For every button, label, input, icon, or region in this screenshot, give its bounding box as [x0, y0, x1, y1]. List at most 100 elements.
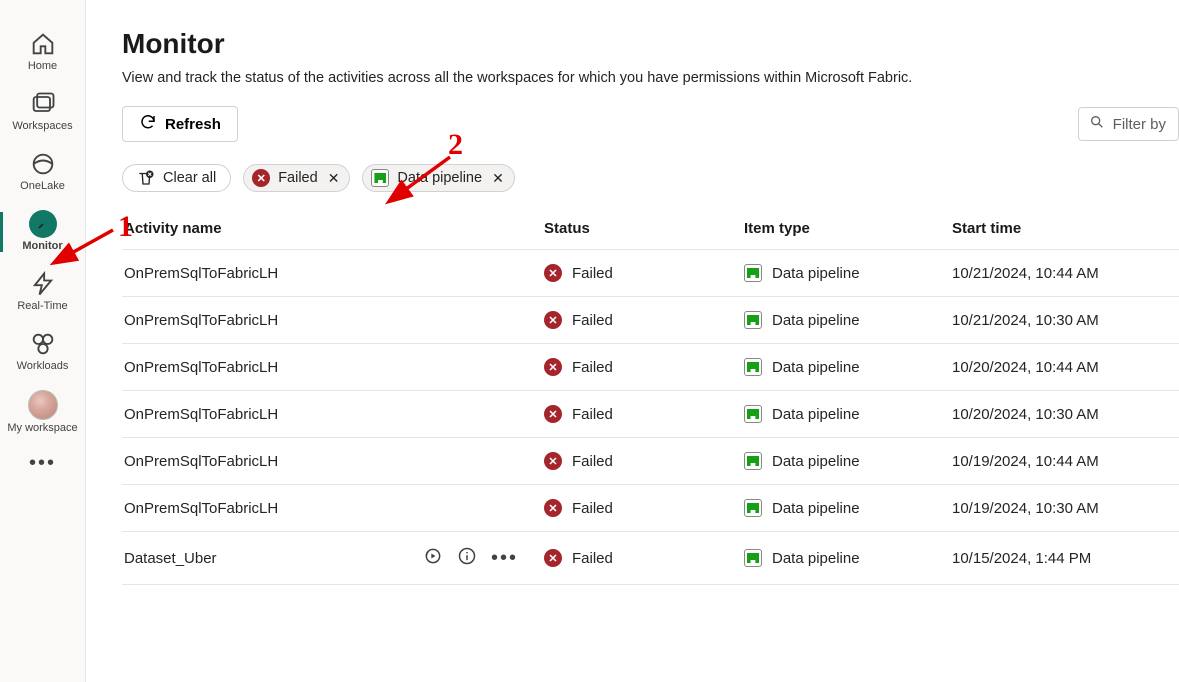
item-type-text: Data pipeline: [772, 312, 860, 329]
filter-chip-failed[interactable]: ✕ Failed ✕: [243, 164, 350, 192]
cell-status: ✕ Failed: [544, 499, 744, 517]
nav-onelake[interactable]: OneLake: [0, 144, 85, 200]
search-input[interactable]: Filter by: [1078, 107, 1179, 141]
nav-label: My workspace: [7, 422, 77, 434]
remove-chip-icon[interactable]: ✕: [492, 170, 504, 187]
pipeline-icon: [744, 311, 762, 329]
cell-status: ✕ Failed: [544, 452, 744, 470]
refresh-button[interactable]: Refresh: [122, 106, 238, 142]
table-row[interactable]: OnPremSqlToFabricLH ✕ Failed Data pipeline 1…: [122, 485, 1179, 532]
activity-name[interactable]: Dataset_Uber: [124, 550, 217, 567]
cell-start-time: 10/20/2024, 10:44 AM: [952, 359, 1179, 376]
nav-label: Real-Time: [17, 300, 67, 312]
pipeline-icon: [744, 549, 762, 567]
clear-all-chip[interactable]: Clear all: [122, 164, 231, 192]
cell-start-time: 10/20/2024, 10:30 AM: [952, 406, 1179, 423]
nav-realtime[interactable]: Real-Time: [0, 264, 85, 320]
cell-item-type: Data pipeline: [744, 499, 952, 517]
activity-name[interactable]: OnPremSqlToFabricLH: [124, 359, 278, 376]
workspaces-icon: [29, 90, 57, 118]
failed-icon: ✕: [544, 452, 562, 470]
activity-name[interactable]: OnPremSqlToFabricLH: [124, 312, 278, 329]
nav-label: OneLake: [20, 180, 65, 192]
col-start-time[interactable]: Start time: [952, 220, 1179, 237]
nav-monitor[interactable]: Monitor: [0, 204, 85, 260]
pipeline-icon: [744, 264, 762, 282]
cell-activity-name: OnPremSqlToFabricLH: [124, 265, 544, 282]
remove-chip-icon[interactable]: ✕: [328, 170, 340, 187]
item-type-text: Data pipeline: [772, 453, 860, 470]
sidebar: Home Workspaces OneLake Monitor Real-Tim: [0, 0, 86, 682]
cell-start-time: 10/19/2024, 10:30 AM: [952, 500, 1179, 517]
nav-my-workspace[interactable]: My workspace: [0, 384, 85, 442]
cell-item-type: Data pipeline: [744, 405, 952, 423]
rerun-icon[interactable]: [423, 546, 443, 570]
nav-label: Workloads: [17, 360, 69, 372]
table-row[interactable]: OnPremSqlToFabricLH ✕FailedData pipeline1…: [122, 391, 1179, 438]
onelake-icon: [29, 150, 57, 178]
nav-label: Workspaces: [12, 120, 72, 132]
status-text: Failed: [572, 359, 613, 376]
status-text: Failed: [572, 453, 613, 470]
cell-activity-name: OnPremSqlToFabricLH: [124, 453, 544, 470]
pipeline-icon: [744, 452, 762, 470]
activity-name[interactable]: OnPremSqlToFabricLH: [124, 453, 278, 470]
filter-chip-data-pipeline[interactable]: Data pipeline ✕: [362, 164, 514, 192]
cell-activity-name: OnPremSqlToFabricLH: [124, 406, 544, 423]
failed-icon: ✕: [252, 169, 270, 187]
failed-icon: ✕: [544, 311, 562, 329]
monitor-icon: [29, 210, 57, 238]
col-item-type[interactable]: Item type: [744, 220, 952, 237]
cell-item-type: Data pipeline: [744, 549, 952, 567]
item-type-text: Data pipeline: [772, 550, 860, 567]
toolbar: Refresh Filter by: [122, 106, 1179, 142]
table-row[interactable]: OnPremSqlToFabricLH ✕ Failed Data pipeline1…: [122, 344, 1179, 391]
table-row[interactable]: Dataset_Uber ••• ✕ Failed Data pipeline 10/15…: [122, 532, 1179, 585]
refresh-label: Refresh: [165, 116, 221, 133]
status-text: Failed: [572, 500, 613, 517]
main: Monitor View and track the status of the…: [86, 0, 1179, 682]
col-activity-name[interactable]: Activity name: [124, 220, 544, 237]
info-icon[interactable]: [457, 546, 477, 570]
cell-activity-name: Dataset_Uber •••: [124, 546, 544, 570]
failed-icon: ✕: [544, 499, 562, 517]
cell-activity-name: OnPremSqlToFabricLH: [124, 359, 544, 376]
pipeline-icon: [744, 358, 762, 376]
failed-icon: ✕: [544, 358, 562, 376]
cell-item-type: Data pipeline: [744, 358, 952, 376]
nav-home[interactable]: Home: [0, 24, 85, 80]
cell-item-type: Data pipeline: [744, 264, 952, 282]
activity-name[interactable]: OnPremSqlToFabricLH: [124, 500, 278, 517]
item-type-text: Data pipeline: [772, 265, 860, 282]
avatar-icon: [28, 390, 58, 420]
nav-workloads[interactable]: Workloads: [0, 324, 85, 380]
nav-more[interactable]: •••: [0, 446, 85, 483]
cell-start-time: 10/15/2024, 1:44 PM: [952, 550, 1179, 567]
table-row[interactable]: OnPremSqlToFabricLH✕FailedData pipeline1…: [122, 438, 1179, 485]
home-icon: [29, 30, 57, 58]
cell-status: ✕Failed: [544, 405, 744, 423]
table-row[interactable]: OnPremSqlToFabricLH ✕ Failed Data pipeline 1…: [122, 250, 1179, 297]
pipeline-icon: [371, 169, 389, 187]
more-icon[interactable]: •••: [491, 547, 518, 570]
activity-name[interactable]: OnPremSqlToFabricLH: [124, 265, 278, 282]
cell-start-time: 10/21/2024, 10:44 AM: [952, 265, 1179, 282]
item-type-text: Data pipeline: [772, 500, 860, 517]
status-text: Failed: [572, 406, 613, 423]
nav-workspaces[interactable]: Workspaces: [0, 84, 85, 140]
table-row[interactable]: OnPremSqlToFabricLH✕FailedData pipeline1…: [122, 297, 1179, 344]
cell-status: ✕ Failed: [544, 549, 744, 567]
status-text: Failed: [572, 265, 613, 282]
chip-label: Data pipeline: [397, 170, 482, 186]
clear-all-label: Clear all: [163, 170, 216, 186]
pipeline-icon: [744, 499, 762, 517]
status-text: Failed: [572, 550, 613, 567]
cell-start-time: 10/21/2024, 10:30 AM: [952, 312, 1179, 329]
cell-activity-name: OnPremSqlToFabricLH: [124, 312, 544, 329]
nav-label: Home: [28, 60, 57, 72]
failed-icon: ✕: [544, 264, 562, 282]
col-status[interactable]: Status: [544, 220, 744, 237]
activity-name[interactable]: OnPremSqlToFabricLH: [124, 406, 278, 423]
failed-icon: ✕: [544, 549, 562, 567]
search-placeholder: Filter by: [1113, 116, 1166, 133]
